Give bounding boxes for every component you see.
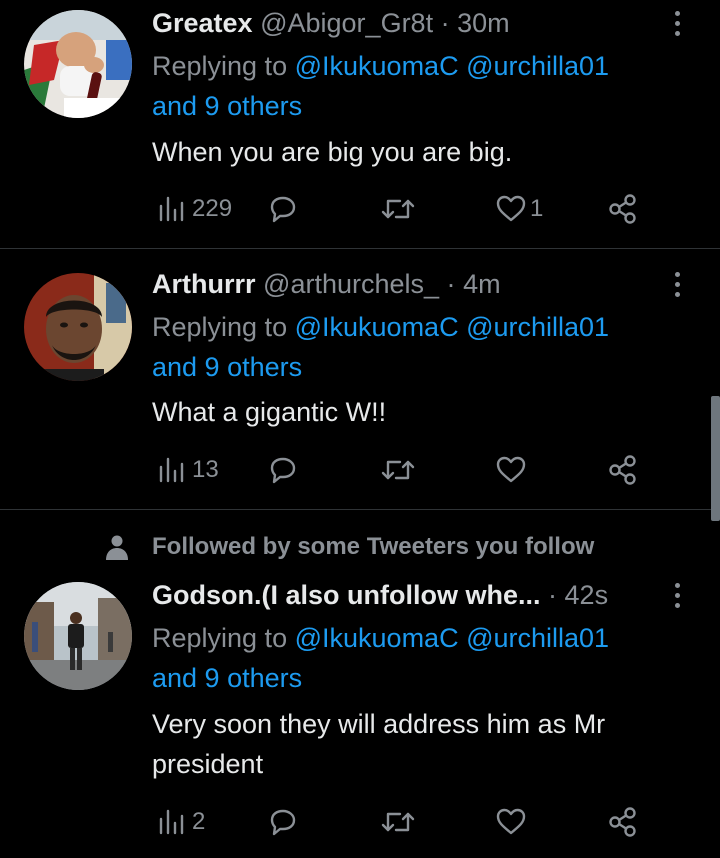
share-button[interactable] bbox=[606, 802, 640, 842]
user-handle[interactable]: @Abigor_Gr8t bbox=[260, 8, 433, 38]
tweet-text: When you are big you are big. bbox=[152, 137, 513, 167]
separator-dot: · bbox=[446, 269, 456, 299]
replying-to-label: Replying to bbox=[152, 51, 288, 81]
timestamp[interactable]: 4m bbox=[463, 269, 501, 299]
share-icon bbox=[609, 194, 636, 224]
like-button[interactable] bbox=[494, 802, 528, 842]
heart-icon bbox=[496, 808, 526, 835]
views-icon bbox=[159, 457, 184, 483]
tweet[interactable]: Arthurrr @arthurchels_ · 4m Replying to … bbox=[0, 249, 720, 509]
scrollbar[interactable] bbox=[711, 396, 720, 521]
views-button[interactable]: 13 bbox=[156, 450, 219, 490]
replying-to-label: Replying to bbox=[152, 623, 288, 653]
social-context: Followed by some Tweeters you follow bbox=[0, 527, 720, 567]
tweet-text: What a gigantic W!! bbox=[152, 397, 387, 427]
separator-dot: · bbox=[548, 580, 558, 610]
reply-button[interactable] bbox=[266, 802, 300, 842]
retweet-icon bbox=[381, 812, 415, 832]
avatar[interactable] bbox=[24, 582, 132, 690]
replying-to: Replying to @IkukuomaC @urchilla01 bbox=[152, 307, 609, 347]
timestamp[interactable]: 42s bbox=[565, 580, 609, 610]
display-name[interactable]: Godson.(I also unfollow whe... bbox=[152, 580, 541, 610]
tweet-text: Very soon they will address him as Mr pr… bbox=[152, 709, 606, 779]
tweet-header: Godson.(I also unfollow whe... · 42s bbox=[152, 578, 660, 612]
retweet-button[interactable] bbox=[380, 189, 416, 229]
reply-icon bbox=[270, 809, 296, 836]
share-button[interactable] bbox=[606, 450, 640, 490]
views-count: 13 bbox=[192, 456, 219, 483]
display-name[interactable]: Arthurrr bbox=[152, 269, 256, 299]
mention-link[interactable]: @urchilla01 bbox=[466, 312, 609, 342]
replying-to: Replying to @IkukuomaC @urchilla01 bbox=[152, 618, 609, 658]
tweet-header: Greatex @Abigor_Gr8t · 30m bbox=[152, 6, 660, 40]
retweet-button[interactable] bbox=[380, 450, 416, 490]
reply-icon bbox=[270, 196, 296, 223]
social-context-text[interactable]: Followed by some Tweeters you follow bbox=[152, 527, 594, 567]
reply-icon bbox=[270, 457, 296, 484]
share-button[interactable] bbox=[606, 189, 640, 229]
views-count: 229 bbox=[192, 195, 233, 222]
mention-link[interactable]: @urchilla01 bbox=[466, 51, 609, 81]
others-link[interactable]: and 9 others bbox=[152, 352, 302, 382]
tweet-header: Arthurrr @arthurchels_ · 4m bbox=[152, 267, 660, 301]
tweet[interactable]: Greatex @Abigor_Gr8t · 30m Replying to @… bbox=[0, 0, 720, 248]
action-bar: 2 bbox=[152, 802, 652, 842]
share-icon bbox=[609, 807, 636, 837]
timestamp[interactable]: 30m bbox=[457, 8, 510, 38]
more-options-icon[interactable] bbox=[662, 6, 692, 40]
heart-icon bbox=[496, 456, 526, 483]
views-button[interactable]: 229 bbox=[156, 189, 232, 229]
reply-button[interactable] bbox=[266, 189, 300, 229]
others-link[interactable]: and 9 others bbox=[152, 663, 302, 693]
more-options-icon[interactable] bbox=[662, 578, 692, 612]
like-button[interactable]: 1 bbox=[494, 189, 543, 229]
avatar[interactable] bbox=[24, 273, 132, 381]
mention-link[interactable]: @urchilla01 bbox=[466, 623, 609, 653]
heart-icon bbox=[496, 195, 526, 222]
retweet-icon bbox=[381, 199, 415, 219]
share-icon bbox=[609, 455, 636, 485]
more-options-icon[interactable] bbox=[662, 267, 692, 301]
tweet[interactable]: Godson.(I also unfollow whe... · 42s Rep… bbox=[0, 572, 720, 858]
divider bbox=[0, 509, 720, 510]
action-bar: 229 1 bbox=[152, 189, 652, 229]
action-bar: 13 bbox=[152, 450, 652, 490]
views-icon bbox=[159, 809, 184, 835]
like-button[interactable] bbox=[494, 450, 528, 490]
avatar[interactable] bbox=[24, 10, 132, 118]
mention-link[interactable]: @IkukuomaC bbox=[295, 312, 459, 342]
separator-dot: · bbox=[440, 8, 450, 38]
user-handle[interactable]: @arthurchels_ bbox=[263, 269, 439, 299]
views-count: 2 bbox=[192, 808, 206, 835]
retweet-icon bbox=[381, 460, 415, 480]
retweet-button[interactable] bbox=[380, 802, 416, 842]
replying-to-label: Replying to bbox=[152, 312, 288, 342]
like-count: 1 bbox=[530, 195, 544, 222]
display-name[interactable]: Greatex bbox=[152, 8, 253, 38]
views-button[interactable]: 2 bbox=[156, 802, 205, 842]
mention-link[interactable]: @IkukuomaC bbox=[295, 623, 459, 653]
replying-to: Replying to @IkukuomaC @urchilla01 bbox=[152, 46, 609, 86]
reply-button[interactable] bbox=[266, 450, 300, 490]
person-icon bbox=[106, 535, 128, 560]
mention-link[interactable]: @IkukuomaC bbox=[295, 51, 459, 81]
views-icon bbox=[159, 196, 184, 222]
others-link[interactable]: and 9 others bbox=[152, 91, 302, 121]
